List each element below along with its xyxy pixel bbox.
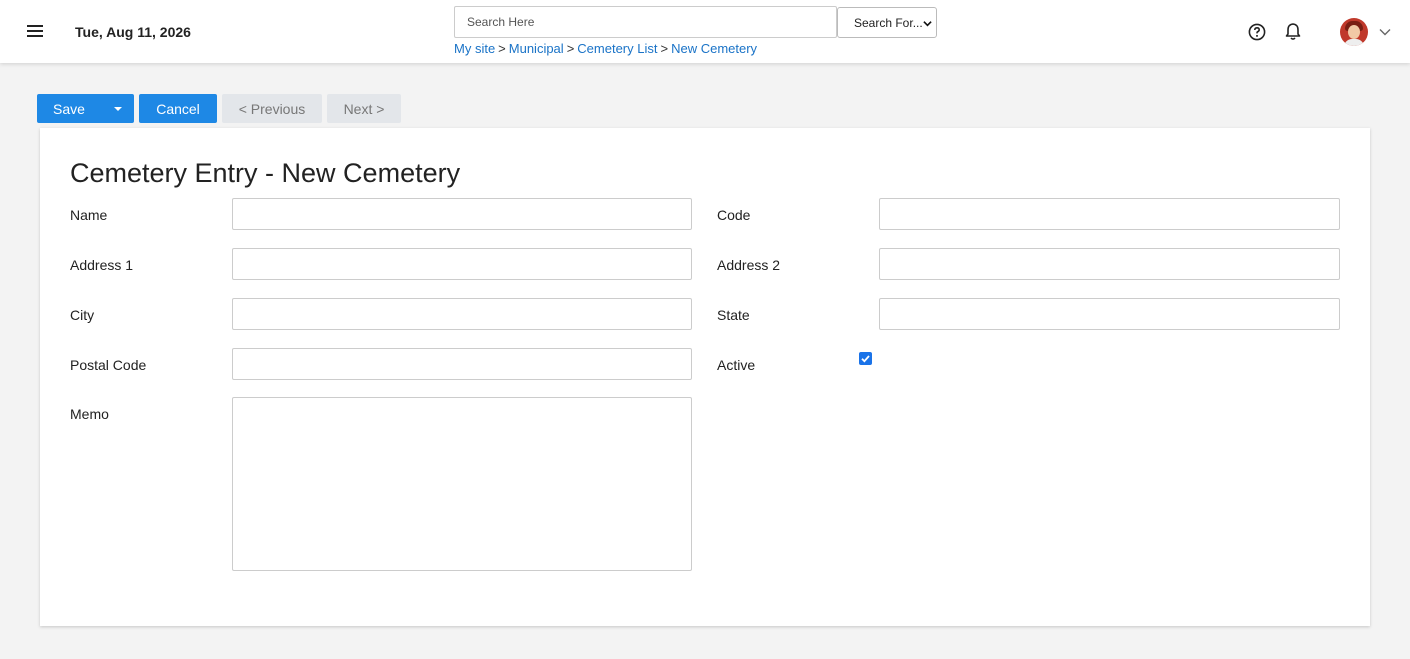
breadcrumb-new-cemetery[interactable]: New Cemetery	[671, 41, 757, 56]
code-label: Code	[717, 207, 751, 223]
breadcrumb-separator: >	[498, 41, 506, 56]
active-label: Active	[717, 357, 756, 373]
breadcrumb-separator: >	[660, 41, 669, 56]
breadcrumb-municipal[interactable]: Municipal	[509, 41, 564, 56]
breadcrumb-separator: >	[566, 41, 575, 56]
save-button[interactable]: Save	[37, 94, 101, 123]
page-title: Cemetery Entry - New Cemetery	[70, 158, 461, 188]
caret-down-icon	[113, 106, 122, 111]
search-for-label: Search For...	[854, 15, 923, 30]
breadcrumb-my-site[interactable]: My site	[454, 41, 495, 56]
top-bar: Tue, Aug 11, 2026 Search For... My site>…	[0, 0, 1410, 63]
breadcrumb: My site > Municipal > Cemetery List > New Ceme…	[454, 41, 757, 56]
postal-code-label: Postal Code	[70, 357, 147, 373]
previous-button[interactable]: < Previous	[222, 94, 322, 123]
address2-label: Address 2	[717, 257, 781, 273]
next-button[interactable]: Next >	[327, 94, 401, 123]
chevron-down-icon[interactable]	[1379, 27, 1391, 37]
state-field[interactable]	[879, 298, 1340, 330]
breadcrumb-cemetery-list[interactable]: Cemetery List	[577, 41, 657, 56]
check-icon	[861, 355, 870, 363]
postal-code-field[interactable]	[232, 348, 692, 380]
name-label: Name	[70, 207, 108, 223]
search-input[interactable]	[454, 6, 837, 38]
save-dropdown-button[interactable]	[101, 94, 134, 123]
search-for-select[interactable]: Search For...	[837, 7, 937, 38]
help-icon[interactable]	[1248, 23, 1266, 41]
active-checkbox[interactable]	[859, 352, 872, 365]
form-card: Cemetery Entry - New Cemetery Name Code …	[40, 128, 1370, 626]
city-label: City	[70, 307, 95, 323]
name-field[interactable]	[232, 198, 692, 230]
city-field[interactable]	[232, 298, 692, 330]
avatar[interactable]	[1340, 18, 1368, 46]
address1-field[interactable]	[232, 248, 692, 280]
state-label: State	[717, 307, 750, 323]
bell-icon[interactable]	[1284, 22, 1302, 41]
code-field[interactable]	[879, 198, 1340, 230]
memo-label: Memo	[70, 406, 109, 422]
address1-label: Address 1	[70, 257, 134, 273]
chevron-down-icon	[923, 21, 932, 27]
cancel-button[interactable]: Cancel	[139, 94, 217, 123]
current-date: Tue, Aug 11, 2026	[75, 24, 191, 40]
memo-textarea[interactable]	[232, 397, 692, 571]
address2-field[interactable]	[879, 248, 1340, 280]
menu-icon[interactable]	[27, 22, 45, 40]
